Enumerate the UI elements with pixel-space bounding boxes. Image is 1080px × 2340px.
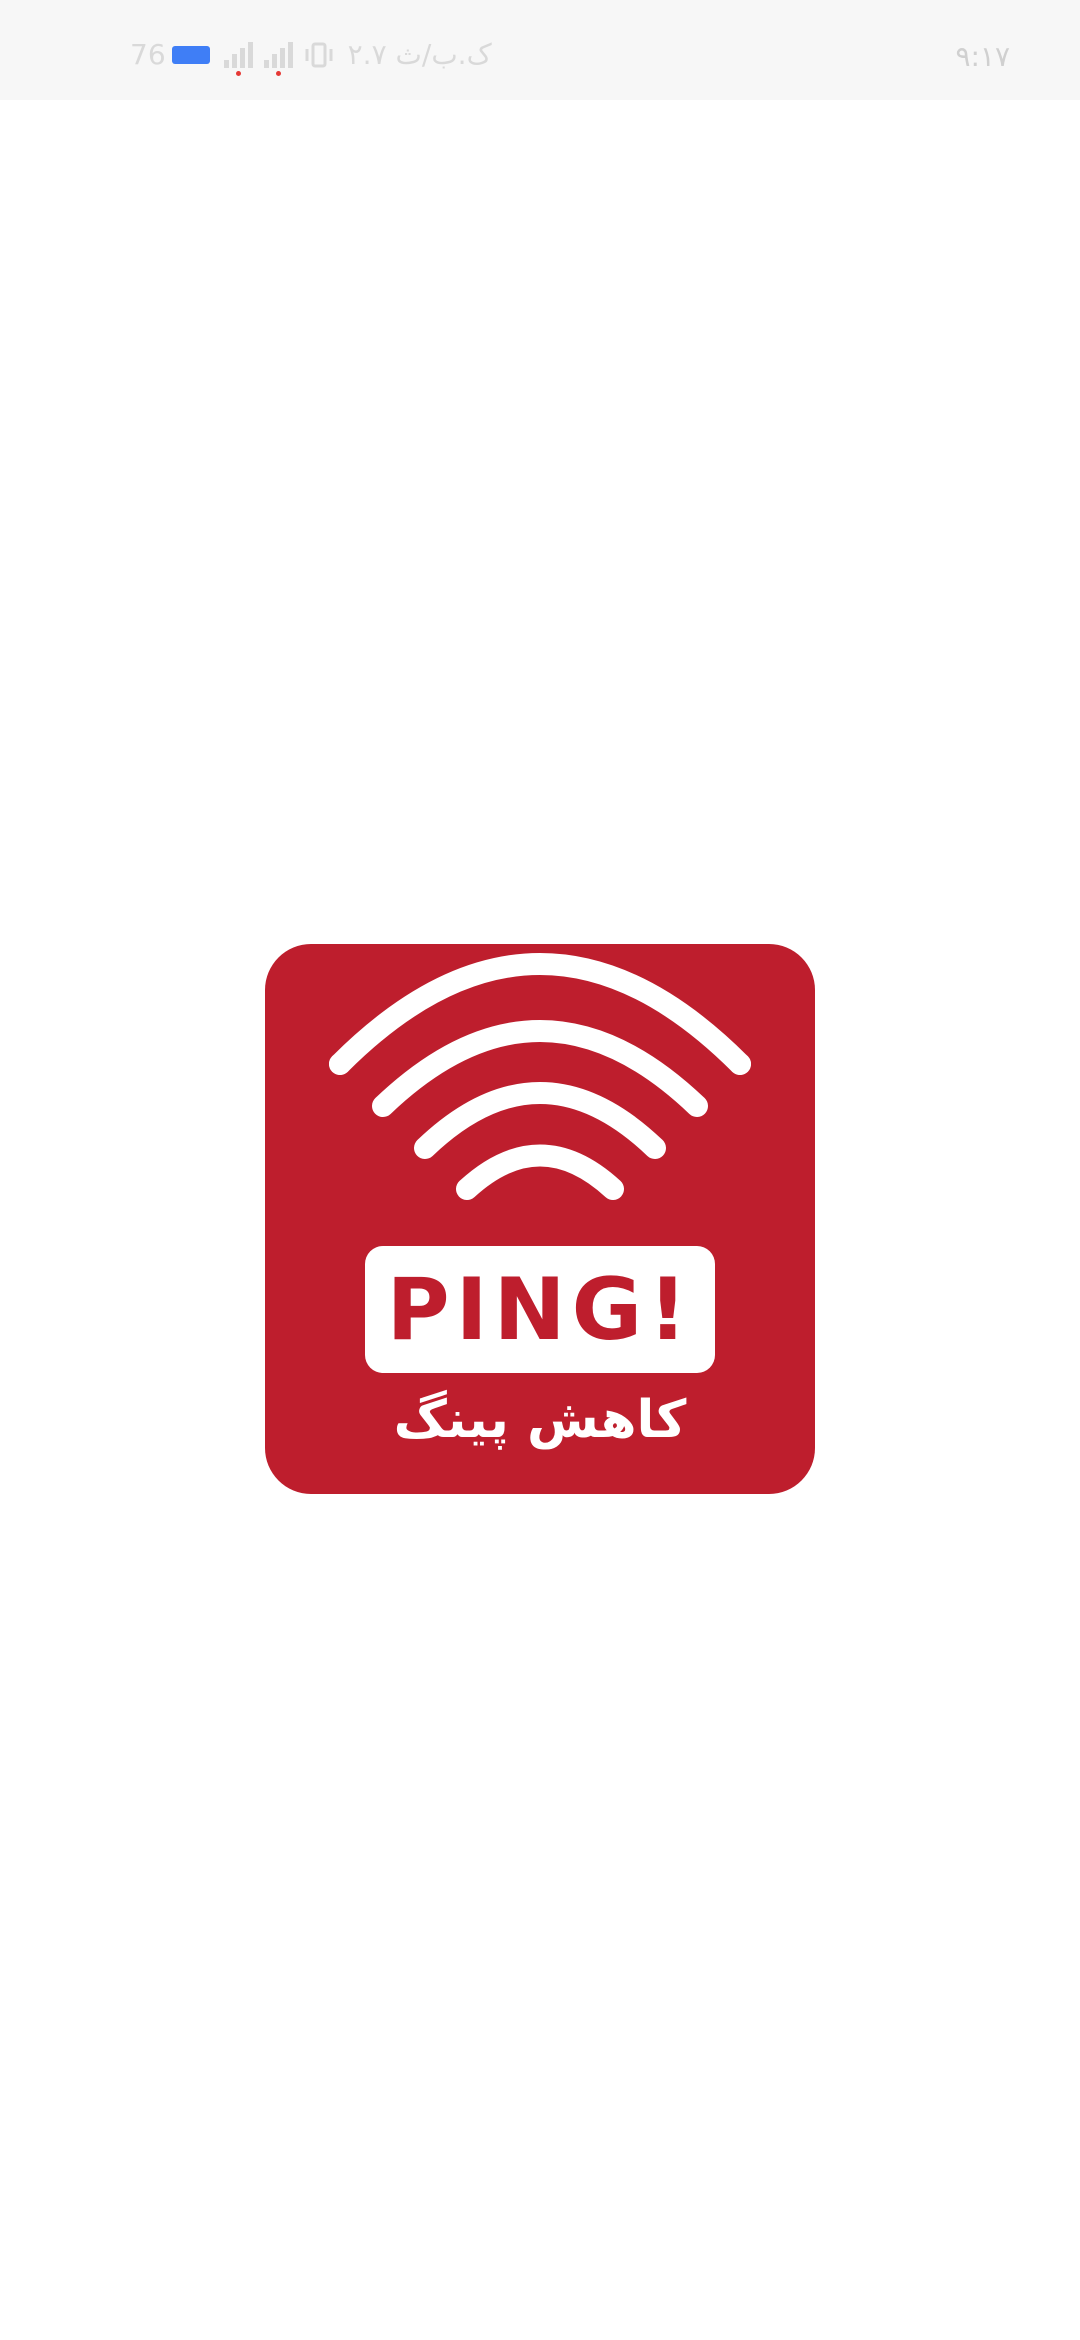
ping-label-box: PING! — [365, 1246, 715, 1373]
clock: ۹:۱۷ — [955, 40, 1010, 73]
signal-strength-icon — [223, 41, 254, 76]
logo-caption: کاهش پینگ — [393, 1390, 687, 1450]
vibrate-icon — [304, 42, 334, 68]
battery-level: 76 — [130, 38, 166, 71]
signal-strength-icon — [263, 41, 294, 76]
app-logo: PING! کاهش پینگ — [265, 944, 815, 1494]
status-bar: 76 ۲.۷ ک.ب/ث ۹:۱۷ — [0, 0, 1080, 100]
signal-icons — [223, 41, 334, 76]
wifi-signal-icon — [329, 953, 751, 1200]
status-indicators: 76 ۲.۷ ک.ب/ث — [130, 38, 492, 76]
battery-indicator: 76 — [130, 38, 210, 71]
logo-title: PING! — [386, 1259, 694, 1360]
battery-icon — [171, 45, 210, 64]
network-speed: ۲.۷ ک.ب/ث — [347, 38, 492, 71]
